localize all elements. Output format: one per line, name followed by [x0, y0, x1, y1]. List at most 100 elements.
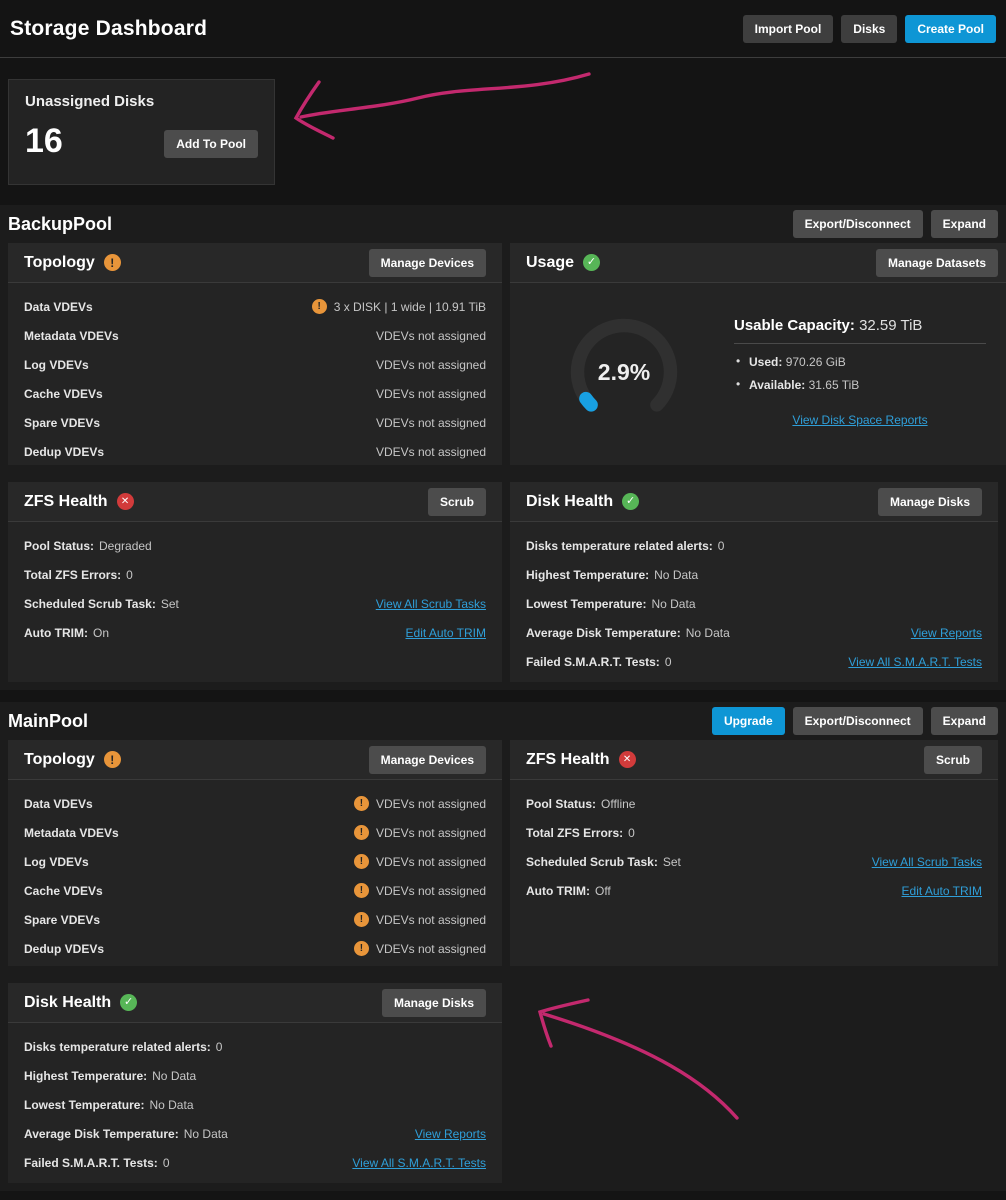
edit-auto-trim-link[interactable]: Edit Auto TRIM — [406, 626, 486, 640]
upgrade-button[interactable]: Upgrade — [711, 707, 785, 735]
row-label: Highest Temperature: — [526, 567, 650, 582]
scrub-button[interactable]: Scrub — [923, 745, 982, 774]
card-title: ZFS Health — [526, 750, 610, 768]
topology-rows: Data VDEVs ! 3 x DISK | 1 wide | 10.91 Ti… — [8, 283, 502, 474]
card-header: ZFS Health ✕ Scrub — [510, 740, 998, 780]
card-header: Disk Health ✓ Manage Disks — [510, 482, 998, 522]
used-label: Used: — [749, 355, 783, 369]
row-label: Failed S.M.A.R.T. Tests: — [24, 1155, 158, 1170]
row-label: Cache VDEVs — [24, 883, 103, 898]
row-value: No Data — [685, 625, 730, 640]
topology-row: Data VDEVs ! 3 x DISK | 1 wide | 10.91 Ti… — [24, 292, 486, 321]
row-label: Lowest Temperature: — [526, 596, 647, 611]
health-row: Failed S.M.A.R.T. Tests: 0 View All S.M.A… — [526, 647, 982, 676]
row-label: Dedup VDEVs — [24, 444, 105, 459]
row-value: Degraded — [99, 538, 152, 553]
warning-icon: ! — [103, 751, 121, 768]
import-pool-button[interactable]: Import Pool — [742, 14, 834, 43]
health-row: Average Disk Temperature: No Data View Re… — [526, 618, 982, 647]
view-disk-space-reports-link[interactable]: View Disk Space Reports — [792, 413, 927, 427]
export-disconnect-button[interactable]: Export/Disconnect — [792, 707, 923, 735]
manage-disks-button[interactable]: Manage Disks — [877, 487, 982, 516]
expand-button[interactable]: Expand — [930, 707, 998, 735]
usage-gauge: 2.9% — [562, 310, 686, 434]
used-item: Used: 970.26 GiB — [734, 354, 986, 369]
disk-health-card: Disk Health ✓ Manage Disks Disks tempera… — [8, 983, 502, 1183]
disks-button[interactable]: Disks — [841, 14, 898, 43]
view-reports-link[interactable]: View Reports — [911, 626, 982, 640]
usage-percent: 2.9% — [597, 358, 651, 385]
view-all-smart-tests-link[interactable]: View All S.M.A.R.T. Tests — [848, 655, 982, 669]
topology-row: Cache VDEVs ! VDEVs not assigned — [24, 876, 486, 905]
view-all-smart-tests-link[interactable]: View All S.M.A.R.T. Tests — [352, 1156, 486, 1170]
row-label: Log VDEVs — [24, 854, 89, 869]
manage-devices-button[interactable]: Manage Devices — [368, 248, 486, 277]
row-value: VDEVs not assigned — [375, 912, 486, 927]
health-row: Failed S.M.A.R.T. Tests: 0 View All S.M.A… — [24, 1148, 486, 1177]
available-item: Available: 31.65 TiB — [734, 377, 986, 392]
row-value: VDEVs not assigned — [375, 883, 486, 898]
available-value: 31.65 TiB — [808, 378, 860, 392]
row-label: Spare VDEVs — [24, 912, 101, 927]
row-value: VDEVs not assigned — [375, 796, 486, 811]
row-value: 3 x DISK | 1 wide | 10.91 TiB — [333, 299, 486, 314]
pool-name: MainPool — [8, 710, 88, 731]
warning-icon: ! — [353, 912, 369, 927]
view-reports-link[interactable]: View Reports — [415, 1127, 486, 1141]
health-row: Highest Temperature: No Data — [24, 1061, 486, 1090]
pool-actions: Upgrade Export/Disconnect Expand — [711, 707, 998, 735]
card-header: Disk Health ✓ Manage Disks — [8, 983, 502, 1023]
health-row: Total ZFS Errors: 0 — [24, 560, 486, 589]
row-label: Data VDEVs — [24, 299, 93, 314]
topology-row: Log VDEVs ! VDEVs not assigned — [24, 847, 486, 876]
row-label: Pool Status: — [526, 796, 597, 811]
topology-row: Data VDEVs ! VDEVs not assigned — [24, 789, 486, 818]
disk-health-rows: Disks temperature related alerts: 0 Highe… — [510, 522, 998, 684]
error-icon: ✕ — [618, 751, 636, 768]
row-value: No Data — [654, 567, 699, 582]
edit-auto-trim-link[interactable]: Edit Auto TRIM — [902, 884, 982, 898]
usage-card: Usage ✓ Manage Datasets 2.9% Usable Capa… — [510, 243, 1006, 465]
row-label: Auto TRIM: — [24, 625, 88, 640]
manage-disks-button[interactable]: Manage Disks — [381, 988, 486, 1017]
row-label: Spare VDEVs — [24, 415, 101, 430]
warning-icon: ! — [353, 854, 369, 869]
view-all-scrub-tasks-link[interactable]: View All Scrub Tasks — [376, 597, 486, 611]
manage-devices-button[interactable]: Manage Devices — [368, 745, 486, 774]
card-title: ZFS Health — [24, 492, 108, 510]
health-row: Highest Temperature: No Data — [526, 560, 982, 589]
row-label: Metadata VDEVs — [24, 825, 119, 840]
export-disconnect-button[interactable]: Export/Disconnect — [792, 210, 923, 238]
page-title: Storage Dashboard — [10, 16, 208, 40]
topology-row: Dedup VDEVs ! VDEVs not assigned — [24, 934, 486, 963]
row-value: No Data — [152, 1068, 197, 1083]
row-value: VDEVs not assigned — [375, 941, 486, 956]
card-header: Topology ! Manage Devices — [8, 740, 502, 780]
card-title: Disk Health — [24, 993, 112, 1011]
row-label: Pool Status: — [24, 538, 95, 553]
row-value: No Data — [183, 1126, 228, 1141]
manage-datasets-button[interactable]: Manage Datasets — [875, 248, 998, 277]
topology-row: Cache VDEVs VDEVs not assigned — [24, 379, 486, 408]
health-row: Pool Status: Degraded — [24, 531, 486, 560]
add-to-pool-button[interactable]: Add To Pool — [164, 130, 258, 158]
warning-icon: ! — [311, 299, 327, 314]
row-label: Total ZFS Errors: — [24, 567, 122, 582]
card-title: Disk Health — [526, 492, 614, 510]
view-all-scrub-tasks-link[interactable]: View All Scrub Tasks — [872, 855, 982, 869]
expand-button[interactable]: Expand — [930, 210, 998, 238]
row-label: Cache VDEVs — [24, 386, 103, 401]
unassigned-disks-title: Unassigned Disks — [25, 93, 155, 110]
row-value: Off — [594, 883, 611, 898]
pool-section-backuppool: BackupPool Export/Disconnect Expand Topo… — [0, 205, 1006, 690]
scrub-button[interactable]: Scrub — [427, 487, 486, 516]
create-pool-button[interactable]: Create Pool — [905, 14, 996, 43]
row-value: VDEVs not assigned — [375, 386, 486, 401]
row-value: No Data — [149, 1097, 194, 1112]
pool-header: BackupPool Export/Disconnect Expand — [0, 205, 1006, 243]
row-label: Total ZFS Errors: — [526, 825, 624, 840]
zfs-health-rows: Pool Status: Offline Total ZFS Errors: 0 S… — [510, 780, 998, 966]
topology-row: Dedup VDEVs VDEVs not assigned — [24, 437, 486, 466]
card-header: Topology ! Manage Devices — [8, 243, 502, 283]
check-icon: ✓ — [583, 254, 601, 271]
